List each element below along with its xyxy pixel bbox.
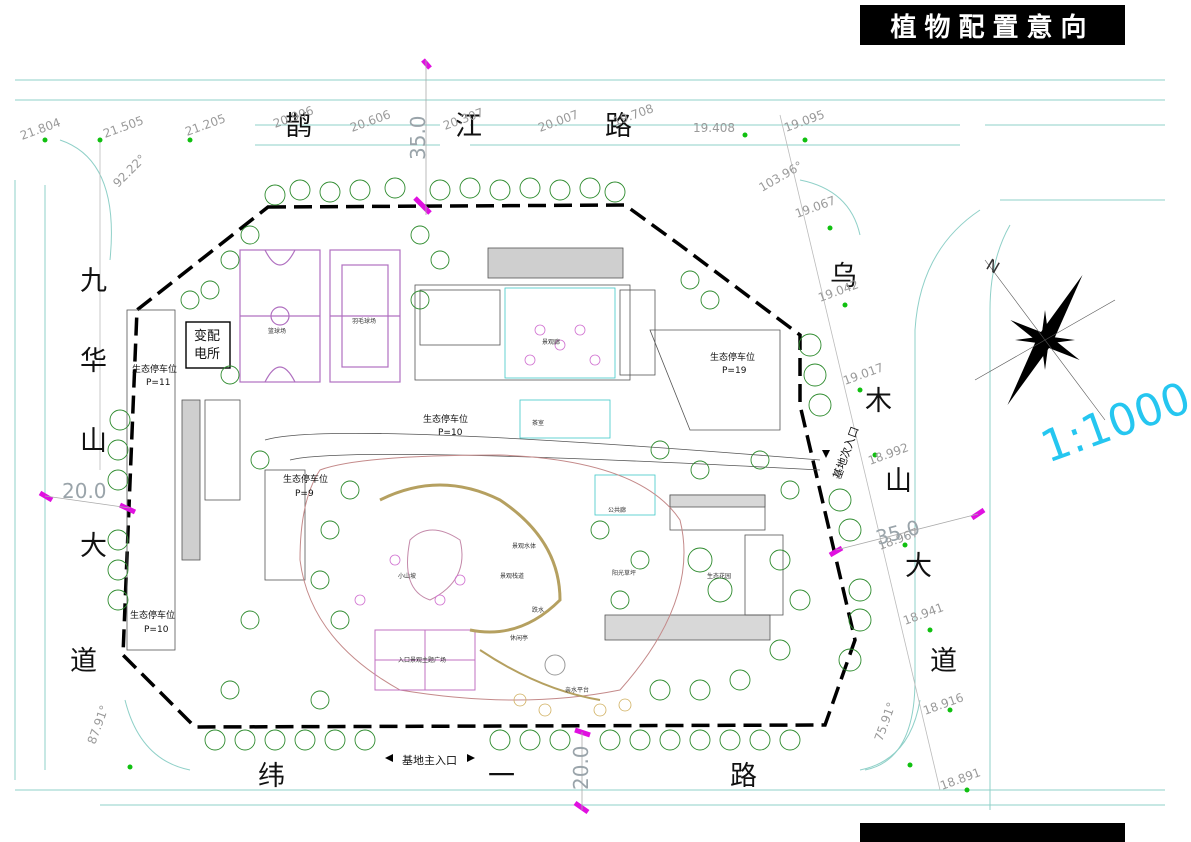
road-east-char-3: 山 [885, 466, 912, 497]
elev-east-6: 18.891 [938, 765, 982, 793]
garden-label-water: 景观水体 [512, 542, 536, 550]
road-west-char-2: 华 [80, 346, 107, 377]
road-east-char-5: 道 [930, 646, 957, 677]
tennis-label: 羽毛球场 [352, 317, 376, 325]
elev-north-9: 19.095 [782, 107, 826, 135]
teahouse-label: 茶室 [532, 419, 544, 427]
elev-east-5: 18.916 [921, 690, 965, 718]
side-entrance-label: 基地次入口 [830, 425, 862, 481]
side-entrance-arrow [822, 450, 830, 458]
road-west-char-3: 山 [80, 426, 107, 457]
elev-north-1: 21.505 [101, 113, 145, 141]
road-west-char-4: 大 [80, 531, 107, 562]
parking-p9-count: P=9 [295, 489, 314, 499]
parking-p19-count: P=19 [722, 366, 747, 376]
main-entrance-arrow-right [467, 754, 475, 762]
site-plan-drawing: 鹊 江 路 九 华 山 大 道 乌 木 山 大 道 纬 一 路 变配 电所 篮球… [14, 58, 1191, 815]
parking-p10-left-label: 生态停车位 [130, 609, 175, 621]
road-south-char-1: 纬 [258, 761, 285, 792]
main-entrance-arrow [385, 754, 393, 762]
elev-north-4: 20.606 [348, 107, 392, 135]
pavilion-label: 景观廊 [542, 338, 560, 346]
elev-east-1: 19.017 [841, 360, 885, 388]
basketball-label: 篮球场 [268, 327, 286, 335]
substation-label-1: 变配 [194, 328, 220, 344]
parking-p10-left-count: P=10 [144, 625, 169, 635]
elev-north-2: 21.205 [183, 111, 227, 139]
angle-2: 87.91° [85, 703, 112, 746]
garden-label-lawn: 阳光草坪 [612, 569, 636, 577]
parking-p11-count: P=11 [146, 378, 170, 388]
section-label-south: 20.0 [569, 745, 593, 790]
parking-p19-label: 生态停车位 [710, 351, 755, 363]
road-east-char-2: 木 [865, 386, 892, 417]
parking-p10-top-label: 生态停车位 [423, 413, 468, 425]
compass-rose [974, 259, 1116, 421]
scale-label: 1:1000 [1034, 372, 1191, 473]
garden-label-corridor: 公共廊 [608, 506, 626, 514]
road-west-char-1: 九 [80, 266, 107, 297]
garden-label-kiosk: 休闲亭 [510, 634, 528, 642]
garden-label-cascade: 跌水 [532, 606, 544, 614]
compass-north-label: N [983, 255, 1003, 277]
garden-label-eco-garden: 生态花园 [707, 572, 731, 580]
garden-label-platform: 亲水平台 [565, 686, 589, 694]
garden-label-boardwalk: 景观栈道 [500, 572, 524, 580]
site-plan-canvas: { "title": "植物配置意向", "scale": "1:1000", … [0, 0, 1191, 842]
garden-label-hill: 小山坡 [398, 572, 416, 580]
road-east-char-4: 大 [905, 551, 932, 582]
parking-p10-top-count: P=10 [438, 428, 463, 438]
main-entrance-label: 基地主入口 [402, 754, 457, 767]
road-south-char-3: 路 [730, 761, 757, 792]
parking-p9-label: 生态停车位 [283, 473, 328, 485]
angle-0: 92.22° [110, 152, 148, 190]
elev-east-4: 18.941 [901, 600, 945, 628]
garden-label-entry-plaza: 入口景观主题广场 [398, 656, 446, 664]
parking-p11-label: 生态停车位 [132, 363, 177, 375]
road-south-char-2: 一 [488, 761, 515, 792]
elev-north-8: 19.408 [693, 121, 735, 135]
substation-label-2: 电所 [194, 347, 220, 362]
elev-north-0: 21.804 [18, 115, 62, 143]
elev-east-2: 18.992 [866, 440, 910, 468]
elev-north-6: 20.007 [536, 107, 580, 135]
angle-3: 75.91° [872, 700, 899, 743]
road-west-char-5: 道 [70, 646, 97, 677]
section-label-north: 35.0 [406, 115, 430, 160]
section-label-west: 20.0 [62, 479, 107, 503]
